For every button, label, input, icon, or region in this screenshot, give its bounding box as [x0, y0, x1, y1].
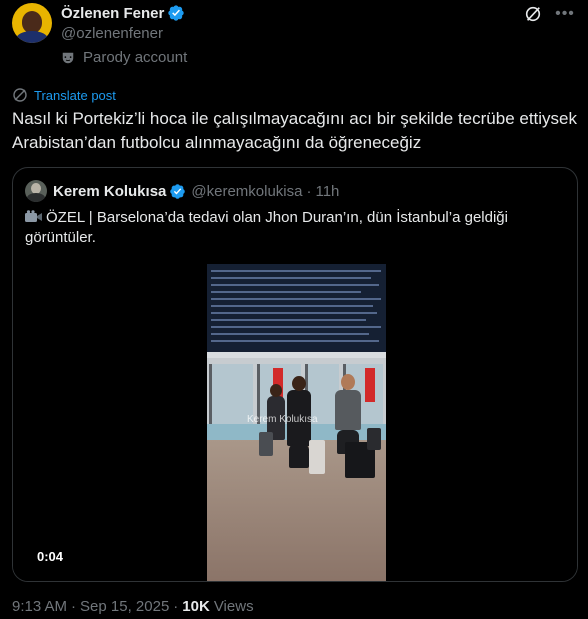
author-name[interactable]: Özlenen Fener — [61, 5, 164, 22]
quoted-video[interactable]: Kerem Kolukısa 0:04 — [13, 264, 577, 581]
quoted-author-name[interactable]: Kerem Kolukısa — [53, 183, 166, 200]
quoted-avatar[interactable] — [25, 180, 47, 202]
camera-icon — [25, 210, 42, 222]
author-handle[interactable]: @ozlenenfener — [61, 25, 163, 42]
quoted-text: ÖZEL | Barselona’da tedavi olan Jhon Dur… — [25, 208, 565, 248]
post-date[interactable]: Sep 15, 2025 — [80, 598, 169, 615]
views-label: Views — [213, 598, 254, 615]
quoted-verified-badge-icon — [170, 183, 186, 199]
translate-post-link[interactable]: Translate post — [12, 87, 116, 103]
views-count: 10K — [182, 598, 210, 615]
quoted-time[interactable]: 11h — [315, 183, 339, 200]
translate-post-label[interactable]: Translate post — [34, 88, 116, 103]
parody-mask-icon — [62, 52, 74, 63]
quoted-separator: · — [306, 182, 312, 200]
quoted-text-body: ÖZEL | Barselona’da tedavi olan Jhon Dur… — [25, 209, 508, 246]
footer-separator-views: · — [173, 598, 179, 615]
more-options-icon[interactable]: ••• — [554, 3, 576, 25]
tweet-text: Nasıl ki Portekiz’li hoca ile çalışılmay… — [12, 109, 578, 152]
verified-badge-icon[interactable] — [167, 4, 185, 22]
quoted-handle[interactable]: @keremkolukisa — [191, 183, 302, 200]
tweet-footer: 9:13 AM · Sep 15, 2025 · 10K Views — [12, 598, 254, 615]
departure-board — [207, 264, 386, 352]
video-watermark: Kerem Kolukısa — [247, 414, 318, 425]
quoted-header: Kerem Kolukısa @keremkolukisa · 11h — [25, 180, 339, 202]
author-name-row: Özlenen Fener — [61, 3, 185, 23]
footer-separator: · — [71, 598, 77, 615]
translate-icon — [13, 88, 27, 102]
parody-text: Parody account — [83, 49, 188, 66]
video-duration: 0:04 — [33, 548, 68, 565]
post-time[interactable]: 9:13 AM — [12, 598, 67, 615]
quoted-tweet[interactable]: Kerem Kolukısa @keremkolukisa · 11h ÖZEL… — [12, 167, 578, 582]
parody-label: Parody account — [61, 49, 187, 66]
author-avatar[interactable] — [12, 3, 52, 43]
grok-icon[interactable] — [524, 5, 542, 23]
tweet-header: Özlenen Fener @ozlenenfener Parody accou… — [12, 3, 576, 69]
video-frame: Kerem Kolukısa — [207, 264, 386, 581]
